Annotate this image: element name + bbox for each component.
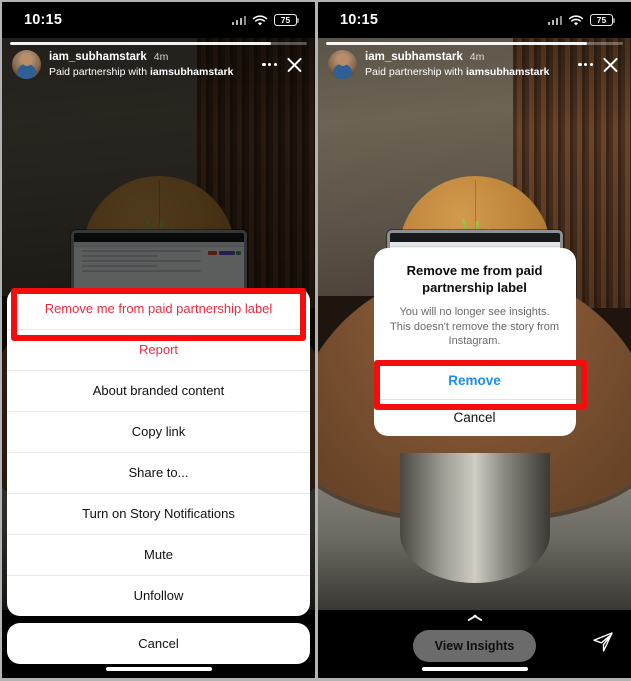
story-header: iam_subhamstark 4m Paid partnership with… — [2, 50, 315, 79]
status-bar: 10:15 75 — [2, 2, 315, 38]
remove-paid-partnership-dialog: Remove me from paid partnership label Yo… — [373, 248, 576, 437]
menu-item-remove-paid-partnership[interactable]: Remove me from paid partnership label — [7, 288, 310, 329]
dialog-message: You will no longer see insights. This do… — [390, 305, 559, 348]
battery-icon: 75 — [590, 14, 616, 26]
menu-item-about-branded-content[interactable]: About branded content — [7, 370, 310, 411]
dialog-title: Remove me from paid partnership label — [406, 263, 543, 295]
left-phone-screen: 10:15 75 iam_subhamstark 4m Paid partner… — [2, 2, 315, 678]
paid-partnership-label: Paid partnership with iamsubhamstark — [49, 66, 247, 79]
more-options-icon[interactable] — [255, 62, 284, 67]
wifi-icon — [252, 14, 268, 26]
status-bar-indicators: 75 — [231, 14, 300, 26]
status-bar-time: 10:15 — [24, 12, 63, 28]
close-icon[interactable] — [284, 54, 305, 75]
status-bar: 10:15 75 — [318, 2, 631, 38]
status-bar-indicators: 75 — [547, 14, 616, 26]
story-header-text: iam_subhamstark 4m Paid partnership with… — [49, 50, 247, 79]
cellular-signal-icon — [231, 16, 246, 25]
battery-icon: 75 — [274, 14, 300, 26]
dialog-remove-button[interactable]: Remove — [373, 362, 576, 399]
action-sheet-list: Remove me from paid partnership label Re… — [7, 288, 310, 616]
dialog-body: Remove me from paid partnership label Yo… — [374, 248, 576, 362]
right-phone-screen: 10:15 75 iam_subhamstark 4m Paid partner… — [318, 2, 631, 678]
story-progress-bar — [10, 42, 307, 45]
menu-item-copy-link[interactable]: Copy link — [7, 411, 310, 452]
menu-item-turn-on-story-notifications[interactable]: Turn on Story Notifications — [7, 493, 310, 534]
home-indicator — [105, 666, 212, 671]
battery-percent: 75 — [596, 14, 607, 25]
status-bar-time: 10:15 — [340, 12, 379, 28]
menu-item-share-to[interactable]: Share to... — [7, 452, 310, 493]
menu-item-mute[interactable]: Mute — [7, 534, 310, 575]
menu-item-report[interactable]: Report — [7, 329, 310, 370]
screenshot-pair: 10:15 75 iam_subhamstark 4m Paid partner… — [0, 0, 631, 681]
dialog-cancel-button[interactable]: Cancel — [373, 399, 576, 436]
paid-partnership-prefix: Paid partnership with — [49, 65, 150, 78]
menu-item-unfollow[interactable]: Unfollow — [7, 575, 310, 616]
story-timestamp: 4m — [153, 51, 169, 64]
paid-partnership-partner: iamsubhamstark — [149, 65, 234, 78]
home-indicator — [421, 666, 528, 671]
action-sheet-cancel-button[interactable]: Cancel — [7, 623, 310, 664]
story-username[interactable]: iam_subhamstark — [49, 50, 147, 64]
avatar[interactable] — [12, 50, 41, 79]
action-sheet: Remove me from paid partnership label Re… — [2, 288, 315, 678]
cellular-signal-icon — [547, 16, 562, 25]
battery-percent: 75 — [280, 14, 291, 25]
wifi-icon — [568, 14, 584, 26]
story-header-actions — [255, 54, 305, 75]
